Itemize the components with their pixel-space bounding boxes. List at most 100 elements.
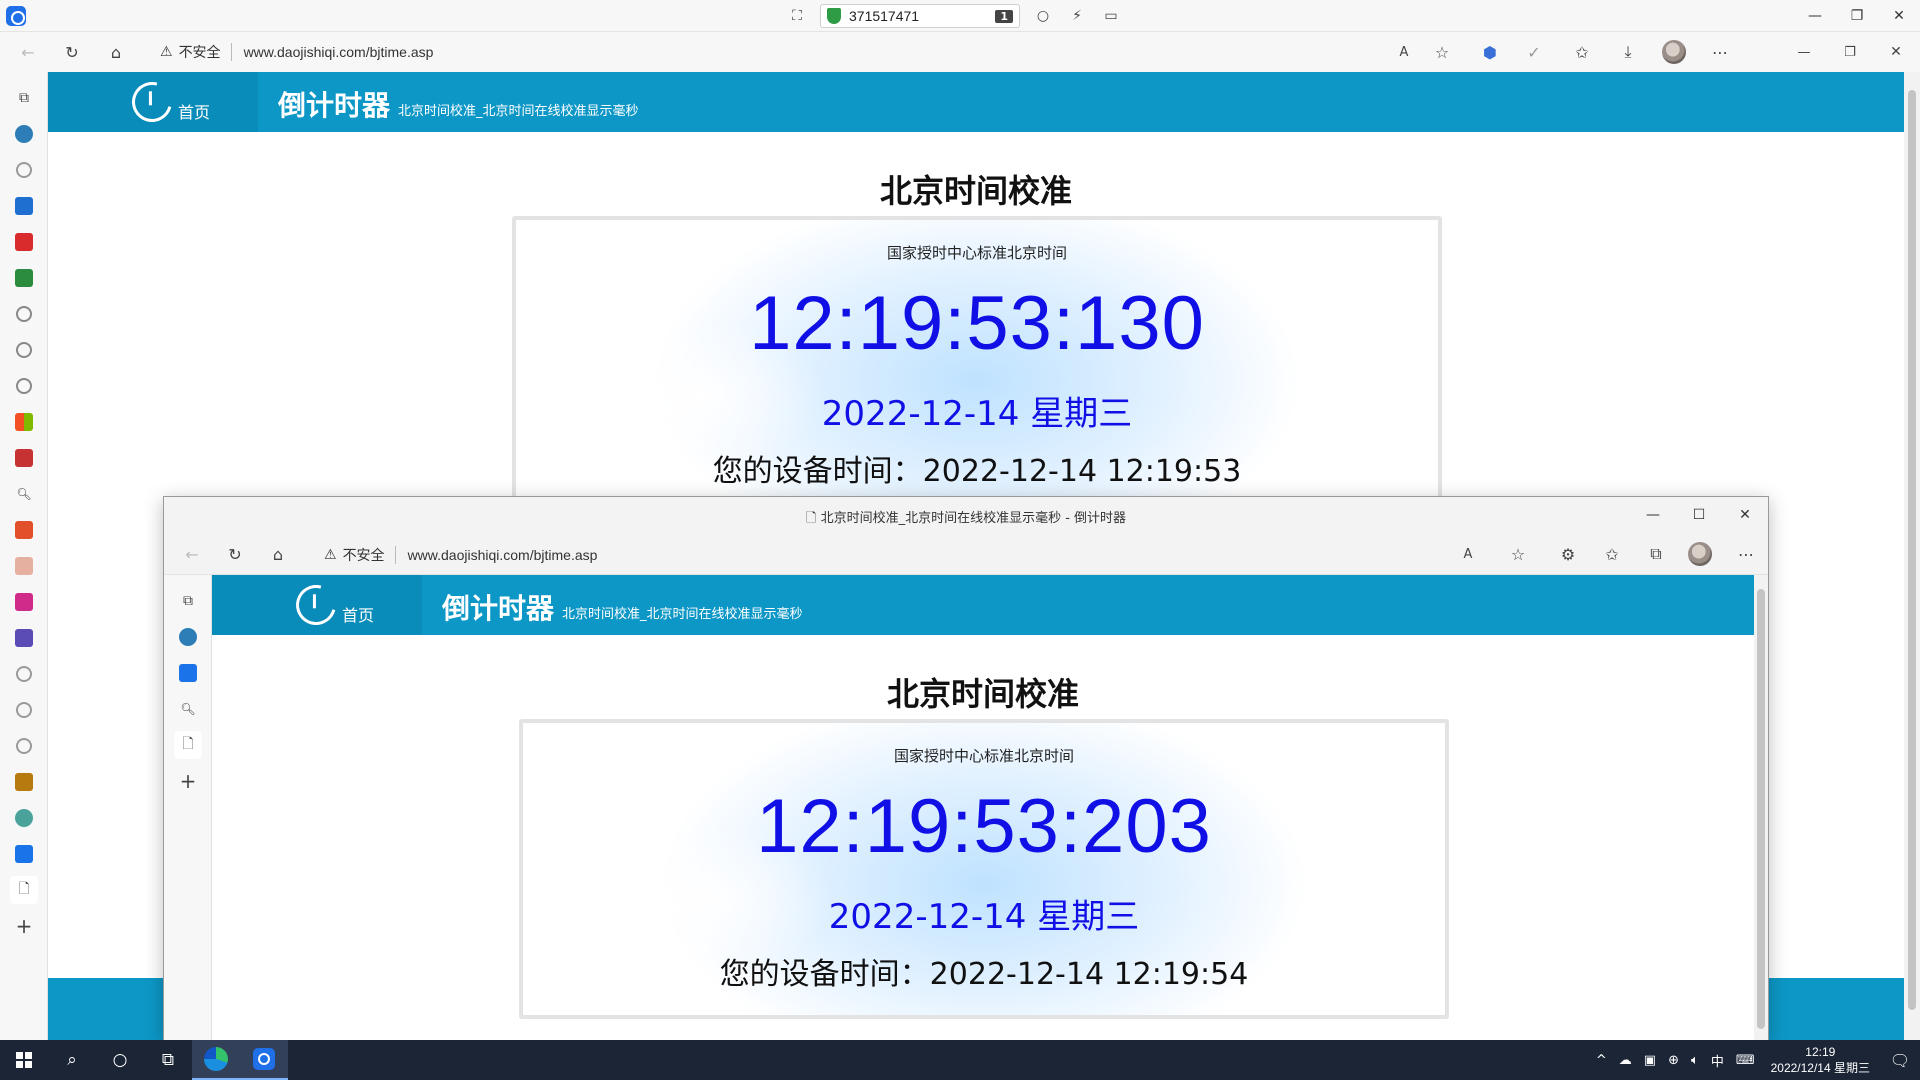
inner-new-tab-button[interactable]: + bbox=[174, 767, 202, 795]
refresh-button[interactable]: ↻ bbox=[58, 38, 86, 66]
inner-close-button[interactable]: ✕ bbox=[1722, 497, 1768, 533]
site-name[interactable]: 倒计时器 bbox=[442, 587, 554, 627]
vtab-10[interactable] bbox=[10, 444, 38, 472]
beijing-time: 12:19:53:130 bbox=[749, 281, 1205, 366]
tab-actions-icon[interactable]: ⧉ bbox=[174, 587, 202, 615]
extension-icon[interactable]: ⬢ bbox=[1476, 38, 1504, 66]
favorites-icon[interactable]: ✩ bbox=[1568, 38, 1596, 66]
vtab-3[interactable] bbox=[10, 192, 38, 220]
vtab-8[interactable] bbox=[10, 372, 38, 400]
warning-icon: ⚠ bbox=[160, 44, 173, 60]
taskbar-edge[interactable] bbox=[192, 1040, 240, 1080]
inner-minimize-button[interactable]: — bbox=[1630, 497, 1676, 533]
vtab-current[interactable]: 🗋 bbox=[10, 876, 38, 904]
vtab-18[interactable] bbox=[10, 732, 38, 760]
taskbar-todesk[interactable] bbox=[240, 1040, 288, 1080]
camera-icon[interactable]: ▣ bbox=[1638, 1053, 1662, 1068]
downloads-icon[interactable]: ⤓ bbox=[1614, 38, 1642, 66]
vtab-12[interactable] bbox=[10, 516, 38, 544]
inner-scrollbar[interactable] bbox=[1754, 575, 1768, 1040]
chat-icon[interactable]: ○ bbox=[1032, 5, 1054, 27]
more-menu-icon[interactable]: ⋯ bbox=[1732, 540, 1760, 568]
tray-expand-icon[interactable]: ^ bbox=[1590, 1053, 1613, 1068]
collections-icon[interactable]: ⧉ bbox=[1642, 540, 1670, 568]
outer-scrollbar-thumb[interactable] bbox=[1908, 90, 1916, 1010]
vtab-21[interactable] bbox=[10, 840, 38, 868]
vtab-16[interactable] bbox=[10, 660, 38, 688]
address-separator bbox=[230, 43, 232, 61]
vtab-2[interactable] bbox=[10, 156, 38, 184]
new-tab-button[interactable]: + bbox=[10, 912, 38, 940]
inner-refresh-button[interactable]: ↻ bbox=[221, 540, 249, 568]
vtab-4[interactable] bbox=[10, 228, 38, 256]
vtab-11[interactable]: 🔍︎ bbox=[10, 480, 38, 508]
monitor-icon[interactable]: ▭ bbox=[1100, 5, 1122, 27]
inner-vtab-3[interactable]: 🔍︎ bbox=[174, 695, 202, 723]
github-icon bbox=[16, 738, 32, 754]
profile-avatar[interactable] bbox=[1662, 40, 1686, 64]
outer-site-header: 首页 倒计时器 北京时间校准_北京时间在线校准显示毫秒 bbox=[48, 72, 1904, 132]
onedrive-icon[interactable]: ☁ bbox=[1613, 1053, 1638, 1068]
tray-clock[interactable]: 12:19 2022/12/14 星期三 bbox=[1761, 1044, 1880, 1076]
favorite-add-icon[interactable]: ☆ bbox=[1428, 38, 1456, 66]
start-button[interactable] bbox=[0, 1040, 48, 1080]
site-name[interactable]: 倒计时器 bbox=[278, 84, 390, 124]
remote-close-button[interactable]: ✕ bbox=[1878, 0, 1920, 32]
profile-avatar[interactable] bbox=[1688, 542, 1712, 566]
inner-scrollbar-thumb[interactable] bbox=[1757, 589, 1765, 1029]
vtab-1[interactable] bbox=[10, 120, 38, 148]
read-aloud-icon[interactable]: A bbox=[1390, 38, 1418, 66]
vtab-13[interactable] bbox=[10, 552, 38, 580]
vtab-6[interactable] bbox=[10, 300, 38, 328]
tab-actions-icon[interactable]: ⧉ bbox=[10, 84, 38, 112]
volume-icon[interactable]: 🔈︎ bbox=[1685, 1053, 1705, 1068]
search-button[interactable]: ⌕ bbox=[48, 1040, 96, 1080]
network-icon[interactable]: ⊕ bbox=[1662, 1053, 1685, 1068]
check-extension-icon[interactable]: ✓ bbox=[1520, 38, 1548, 66]
browser-close-button[interactable]: ✕ bbox=[1882, 38, 1910, 66]
inner-maximize-button[interactable]: ☐ bbox=[1676, 497, 1722, 533]
vtab-15[interactable] bbox=[10, 624, 38, 652]
read-aloud-icon[interactable]: A bbox=[1454, 540, 1482, 568]
vtab-9[interactable] bbox=[10, 408, 38, 436]
vtab-14[interactable] bbox=[10, 588, 38, 616]
home-button[interactable]: ⌂ bbox=[102, 38, 130, 66]
remote-id-box[interactable]: 371517471 1 bbox=[820, 4, 1020, 28]
remote-restore-button[interactable]: ❐ bbox=[1836, 0, 1878, 32]
favorite-add-icon[interactable]: ☆ bbox=[1504, 540, 1532, 568]
keyboard-icon[interactable]: ⌨ bbox=[1730, 1053, 1761, 1068]
back-button[interactable]: ← bbox=[14, 38, 42, 66]
more-menu-icon[interactable]: ⋯ bbox=[1706, 38, 1734, 66]
inner-home-button[interactable]: ⌂ bbox=[264, 540, 292, 568]
cortana-button[interactable]: ○ bbox=[96, 1040, 144, 1080]
vtab-5[interactable] bbox=[10, 264, 38, 292]
remote-minimize-button[interactable]: — bbox=[1794, 0, 1836, 32]
outer-address-bar[interactable]: ⚠ 不安全 www.daojishiqi.com/bjtime.asp bbox=[160, 42, 433, 62]
inner-vtab-1[interactable] bbox=[174, 623, 202, 651]
media-icon bbox=[15, 593, 33, 611]
fullscreen-icon[interactable]: ⛶ bbox=[786, 5, 808, 27]
lightning-icon[interactable]: ⚡ bbox=[1066, 5, 1088, 27]
inner-back-button[interactable]: ← bbox=[178, 540, 206, 568]
favorites-icon[interactable]: ✩ bbox=[1598, 540, 1626, 568]
vtab-17[interactable] bbox=[10, 696, 38, 724]
cube-icon bbox=[16, 378, 32, 394]
ime-indicator[interactable]: 中 bbox=[1705, 1051, 1730, 1070]
outer-home-link[interactable]: 首页 bbox=[48, 72, 258, 132]
task-view-button[interactable]: ⧉ bbox=[144, 1040, 192, 1080]
outer-scrollbar[interactable] bbox=[1904, 72, 1920, 1040]
home-label: 首页 bbox=[178, 103, 211, 122]
windows-icon bbox=[16, 1052, 32, 1068]
vtab-20[interactable] bbox=[10, 804, 38, 832]
vtab-19[interactable] bbox=[10, 768, 38, 796]
inner-home-link[interactable]: 首页 bbox=[212, 575, 422, 635]
inner-vtab-current[interactable]: 🗋 bbox=[174, 731, 202, 759]
vtab-7[interactable] bbox=[10, 336, 38, 364]
calendar-icon bbox=[15, 557, 33, 575]
inner-vtab-2[interactable] bbox=[174, 659, 202, 687]
notification-icon[interactable]: 🗨 bbox=[1880, 1040, 1920, 1080]
extensions-icon[interactable]: ⚙ bbox=[1554, 540, 1582, 568]
browser-restore-button[interactable]: ❐ bbox=[1836, 38, 1864, 66]
inner-address-bar[interactable]: ⚠ 不安全 www.daojishiqi.com/bjtime.asp bbox=[324, 545, 597, 565]
browser-minimize-button[interactable]: — bbox=[1790, 38, 1818, 66]
